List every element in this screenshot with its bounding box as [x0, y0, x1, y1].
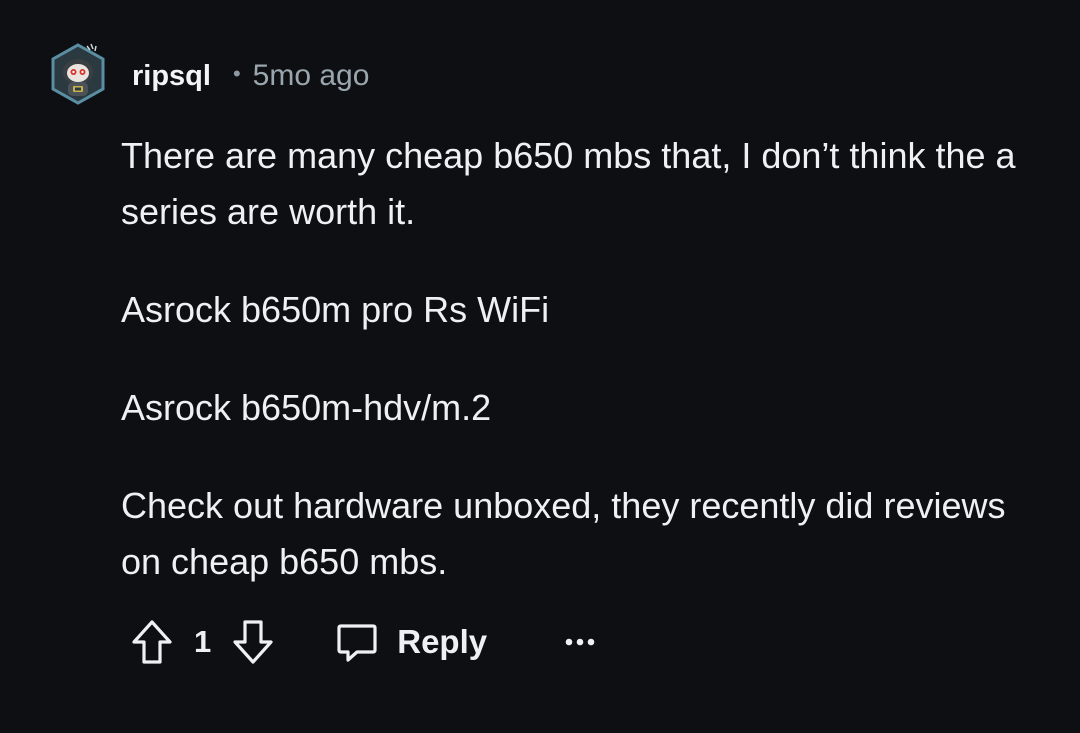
downvote-arrow-icon [233, 620, 273, 664]
comment-header: ripsql • 5mo ago [132, 56, 369, 96]
comment: ripsql • 5mo ago There are many cheap b6… [0, 0, 1080, 733]
more-options-button[interactable] [565, 637, 595, 647]
comment-actions: 1 Reply [130, 615, 595, 669]
separator-dot: • [232, 61, 241, 86]
upvote-button[interactable] [130, 618, 174, 666]
comment-paragraph: Asrock b650m-hdv/m.2 [121, 387, 492, 428]
ellipsis-icon [565, 638, 595, 646]
reply-label: Reply [397, 623, 488, 660]
upvote-arrow-icon [132, 620, 172, 664]
avatar[interactable] [49, 42, 107, 108]
comment-paragraph: Asrock b650m pro Rs WiFi [121, 289, 550, 330]
vote-score: 1 [194, 624, 212, 659]
reply-button[interactable]: Reply [335, 620, 487, 664]
downvote-button[interactable] [231, 618, 275, 666]
comment-body: There are many cheap b650 mbs that, I do… [121, 128, 1021, 632]
comment-timestamp: 5mo ago [252, 59, 370, 92]
author-name[interactable]: ripsql [132, 60, 211, 93]
comment-paragraph: There are many cheap b650 mbs that, I do… [121, 135, 1016, 232]
snoo-avatar-icon [51, 43, 105, 105]
speech-bubble-icon [337, 624, 377, 662]
comment-paragraph: Check out hardware unboxed, they recentl… [121, 485, 1006, 582]
